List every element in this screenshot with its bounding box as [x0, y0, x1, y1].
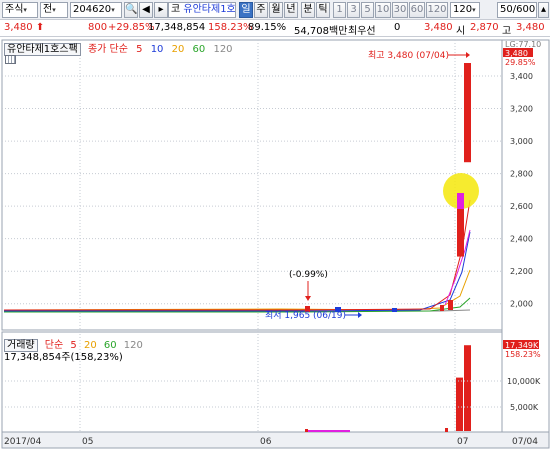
market-type-select[interactable]: 주식▾: [2, 2, 38, 18]
price-tick-label: 2,600: [510, 202, 533, 211]
open-price: 2,870: [470, 22, 499, 33]
price-change: 800: [88, 22, 108, 33]
market-badge: 코: [171, 4, 181, 15]
interval-input[interactable]: 120▾: [450, 2, 480, 18]
x-label-may: 05: [82, 437, 93, 447]
speaker-icon[interactable]: ◀: [139, 2, 153, 18]
high-annotation: 최고 3,480 (07/04): [368, 50, 449, 61]
pct-annotation: (-0.99%): [289, 270, 328, 280]
vma-120-label: 120: [123, 340, 143, 351]
price-ma-type: 종가 단순: [87, 44, 128, 55]
price-tag-text: 3,480: [505, 49, 528, 58]
low-annotation: 최저 1,965 (06/19): [265, 310, 346, 321]
best-ask-value: 0: [394, 22, 401, 33]
interval-60-button[interactable]: 60: [409, 2, 425, 18]
period-month-button[interactable]: 월: [269, 2, 283, 18]
volume-ratio: 158.23%: [208, 22, 253, 33]
ma-60-label: 60: [192, 44, 206, 55]
volume-value: 17,348,854: [148, 22, 206, 33]
next-stock-icon[interactable]: ▸: [154, 2, 168, 18]
period-week-button[interactable]: 주: [254, 2, 268, 18]
price-tick-label: 2,000: [510, 300, 533, 309]
stock-chart[interactable]: 3,400 3,200 3,000 2,800 2,600 2,400 2,200 2,000…: [0, 38, 550, 449]
price-legend: 유안타제1호스팩 종가 단순 5 10 20 60 120: [4, 40, 238, 56]
small-candle: [392, 308, 397, 312]
high-price: 3,480: [516, 22, 545, 33]
small-candle: [440, 305, 444, 311]
magenta-candle-segment: [457, 193, 464, 209]
period-day-button[interactable]: 일: [239, 2, 253, 18]
x-label-end: 07/04: [512, 437, 538, 447]
ratio-label: LG:77.10: [505, 40, 541, 49]
x-label-start: 2017/04: [4, 437, 42, 447]
interval-30-button[interactable]: 30: [392, 2, 408, 18]
period-year-button[interactable]: 년: [284, 2, 298, 18]
volume-small-bar: [445, 428, 448, 432]
candle-07-04: [464, 63, 471, 163]
volume-bar-07-04: [464, 345, 471, 431]
price-panel[interactable]: [1, 39, 503, 331]
grid-icon[interactable]: [5, 55, 16, 64]
vol-tick-10000k: 10,000K: [507, 377, 541, 386]
ma-20-label: 20: [171, 44, 185, 55]
trade-amount: 54,708백만: [294, 26, 348, 37]
turnover-rate: 89.15%: [248, 22, 287, 33]
x-label-july: 07: [457, 437, 468, 447]
current-price: 3,480 ⬆: [4, 22, 45, 33]
volume-info: 17,348,854주(158,23%): [4, 352, 123, 363]
period-minute-button[interactable]: 분: [301, 2, 315, 18]
interval-5-button[interactable]: 5: [361, 2, 374, 18]
interval-1-button[interactable]: 1: [333, 2, 346, 18]
search-icon[interactable]: 🔍: [124, 2, 138, 18]
open-label: 시: [456, 26, 466, 37]
interval-10-button[interactable]: 10: [375, 2, 391, 18]
high-label: 고: [502, 26, 512, 37]
period-tick-button[interactable]: 틱: [316, 2, 330, 18]
vol-tick-5000k: 5,000K: [510, 403, 539, 412]
bid-price: 3,480: [424, 22, 453, 33]
price-tick-label: 3,400: [510, 72, 533, 81]
count-input[interactable]: 50/600: [497, 2, 537, 18]
stock-code-input[interactable]: 204620▾: [70, 2, 122, 18]
volume-small-bar: [305, 429, 308, 432]
ma-120-label: 120: [213, 44, 233, 55]
ma-10-label: 10: [150, 44, 164, 55]
toolbar: 주식▾ 전▾ 204620▾ 🔍 ◀ ▸ 코 유안타제1호 일 주 월 년 분 …: [0, 0, 550, 20]
ma-5-label: 5: [136, 44, 143, 55]
best-ask-label: 최우선: [348, 26, 376, 37]
price-tick-label: 2,800: [510, 170, 533, 179]
vol-pct-tag-text: 158.23%: [505, 350, 541, 359]
price-tick-label: 3,000: [510, 137, 533, 146]
count-spin-icon[interactable]: ▴: [538, 2, 549, 18]
x-label-june: 06: [260, 437, 272, 447]
price-tick-label: 2,200: [510, 267, 533, 276]
interval-3-button[interactable]: 3: [347, 2, 360, 18]
interval-120-button[interactable]: 120: [426, 2, 448, 18]
stock-name-field[interactable]: 코 유안타제1호: [168, 2, 236, 18]
small-candle: [448, 300, 453, 310]
price-tick-label: 2,400: [510, 235, 533, 244]
market-scope-select[interactable]: 전▾: [40, 2, 68, 18]
quote-info-bar: 3,480 ⬆ 800 +29.85% 17,348,854 158.23% 8…: [0, 20, 550, 37]
volume-bar-07-03: [456, 377, 463, 431]
price-tick-label: 3,200: [510, 105, 533, 114]
vol-tag-text: 17,349K: [505, 341, 539, 350]
pct-tag-text: 29.85%: [505, 58, 536, 67]
